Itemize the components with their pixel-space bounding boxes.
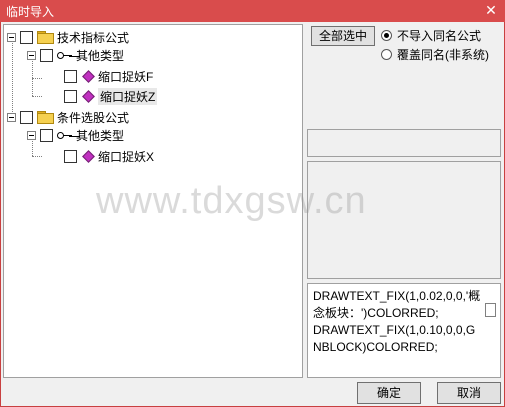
expander-icon[interactable]	[27, 50, 36, 60]
tree-group-label: 技术指标公式	[57, 30, 130, 45]
title-bar: 临时导入 ✕	[0, 0, 505, 22]
folder-icon	[37, 31, 54, 44]
ok-button[interactable]: 确定	[357, 382, 421, 404]
radio-label: 覆盖同名(非系统)	[397, 48, 489, 62]
tree-item[interactable]: 缩口捉妖X	[64, 147, 154, 165]
checkbox-icon[interactable]	[40, 128, 53, 142]
tree-subgroup-label: 其他类型	[76, 128, 125, 143]
tree-item[interactable]: 缩口捉妖F	[64, 67, 153, 85]
folder-icon	[37, 111, 54, 124]
checkbox-icon[interactable]	[20, 30, 33, 44]
diamond-icon	[82, 89, 95, 103]
key-icon	[57, 129, 73, 141]
select-all-button[interactable]: 全部选中	[311, 26, 375, 46]
code-preview[interactable]: DRAWTEXT_FIX(1,0.02,0,0,'概念板块：')COLORRED…	[307, 283, 501, 378]
checkbox-icon[interactable]	[64, 69, 77, 83]
checkbox-icon[interactable]	[20, 110, 33, 124]
diamond-icon	[82, 149, 95, 163]
tree-subgroup[interactable]: 其他类型	[27, 46, 124, 64]
watermark-text: www.tdxgsw.cn	[96, 180, 367, 222]
tree-line	[32, 96, 42, 97]
checkbox-icon[interactable]	[64, 89, 77, 103]
info-box-top	[307, 129, 501, 157]
tree-subgroup[interactable]: 其他类型	[27, 126, 124, 144]
window-title: 临时导入	[6, 5, 55, 19]
radio-unselected-icon[interactable]	[381, 49, 392, 60]
scrollbar-thumb[interactable]	[485, 303, 496, 317]
expander-icon[interactable]	[7, 32, 16, 42]
tree-line	[12, 40, 13, 118]
tree-item-label: 缩口捉妖Z	[98, 87, 158, 105]
radio-no-import[interactable]: 不导入同名公式	[381, 27, 481, 44]
cancel-button[interactable]: 取消	[437, 382, 501, 404]
tree-line	[32, 156, 42, 157]
radio-label: 不导入同名公式	[397, 29, 482, 43]
code-text: DRAWTEXT_FIX(1,0.02,0,0,'概念板块：')COLORRED…	[313, 288, 481, 356]
tree-item-label: 缩口捉妖F	[98, 69, 154, 84]
radio-selected-icon[interactable]	[381, 30, 392, 41]
expander-icon[interactable]	[7, 112, 16, 122]
tree-group-indicators[interactable]: 技术指标公式	[7, 28, 129, 46]
close-icon[interactable]: ✕	[483, 2, 499, 18]
checkbox-icon[interactable]	[64, 149, 77, 163]
tree-group-label: 条件选股公式	[57, 110, 130, 125]
radio-overwrite[interactable]: 覆盖同名(非系统)	[381, 46, 489, 63]
key-icon	[57, 49, 73, 61]
diamond-icon	[82, 69, 95, 83]
code-content: DRAWTEXT_FIX(1,0.02,0,0,'概念板块：')COLORRED…	[313, 289, 481, 354]
tree-line	[32, 78, 42, 79]
dialog-body: 技术指标公式 其他类型 缩口捉妖F 缩口捉妖Z 条件选股公式 其他类型 缩口捉妖…	[0, 22, 505, 407]
checkbox-icon[interactable]	[40, 48, 53, 62]
tree-item[interactable]: 缩口捉妖Z	[64, 87, 158, 105]
tree-group-screening[interactable]: 条件选股公式	[7, 108, 129, 126]
expander-icon[interactable]	[27, 130, 36, 140]
tree-subgroup-label: 其他类型	[76, 48, 125, 63]
tree-item-label: 缩口捉妖X	[98, 149, 155, 164]
